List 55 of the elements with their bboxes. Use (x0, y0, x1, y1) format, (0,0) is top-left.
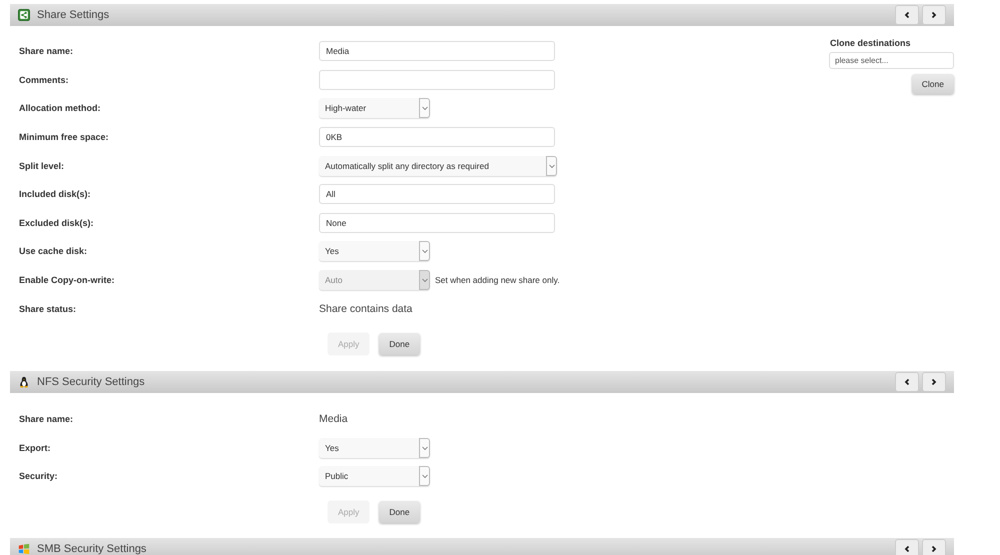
section-title: Share Settings (37, 9, 110, 21)
value-text: Media (319, 413, 348, 426)
clone-title: Clone destinations (829, 38, 911, 50)
previous-button[interactable] (895, 538, 919, 555)
chevron-right-icon (930, 11, 938, 19)
share-icon (18, 9, 30, 21)
field-label: Enable Copy-on-write: (18, 275, 116, 286)
chevron-left-icon (903, 11, 911, 19)
field-label: Security: (18, 471, 59, 482)
chevron-right-icon (930, 378, 938, 386)
chevron-down-icon (420, 247, 428, 256)
field-label: Use cache disk: (18, 246, 88, 256)
field-label: Share name: (18, 46, 74, 56)
dropdown[interactable]: Yes (319, 241, 430, 262)
previous-button[interactable] (895, 372, 919, 392)
flag-icon (18, 542, 30, 555)
dropdown[interactable]: Yes (319, 438, 430, 458)
previous-button[interactable] (895, 5, 919, 25)
field-label: Comments: (18, 74, 70, 85)
input-field[interactable]: Media (319, 41, 555, 62)
input-field[interactable]: None (319, 212, 555, 233)
hint-text: Set when adding new share only. (435, 275, 560, 286)
chevron-down-icon (548, 162, 556, 170)
dropdown[interactable]: Public (319, 466, 430, 486)
chevron-left-icon (903, 544, 911, 553)
chevron-right-icon (930, 544, 938, 553)
chevron-down-icon (420, 104, 428, 112)
field-label: Excluded disk(s): (18, 218, 95, 228)
input-field[interactable] (319, 70, 555, 90)
next-button[interactable] (922, 5, 946, 25)
field-label: Included disk(s): (18, 189, 92, 200)
done-button[interactable]: Done (379, 332, 420, 355)
field-label: Share name: (18, 414, 74, 424)
field-label: Allocation method: (18, 103, 102, 114)
chevron-down-icon (420, 444, 428, 452)
section-title: SMB Security Settings (37, 542, 146, 555)
section-title: NFS Security Settings (37, 376, 145, 388)
field-label: Export: (18, 442, 52, 453)
chevron-left-icon (903, 378, 911, 386)
chevron-down-icon (420, 472, 428, 480)
next-button[interactable] (922, 538, 946, 555)
done-button[interactable]: Done (379, 500, 420, 523)
value-text: Share contains data (319, 302, 412, 315)
penguin-icon (18, 376, 30, 388)
dropdown[interactable]: High-water (319, 98, 430, 118)
field-label: Share status: (18, 304, 78, 314)
clone-button[interactable]: Clone (912, 74, 954, 94)
field-label: Minimum free space: (18, 132, 110, 142)
dropdown[interactable]: Automatically split any directory as required (319, 156, 557, 176)
input-field[interactable]: All (319, 184, 555, 204)
clone-select-field[interactable]: please select... (829, 52, 954, 69)
field-label: Split level: (18, 160, 66, 171)
next-button[interactable] (922, 372, 946, 392)
chevron-down-icon (420, 276, 428, 284)
input-field[interactable]: 0KB (319, 127, 555, 148)
